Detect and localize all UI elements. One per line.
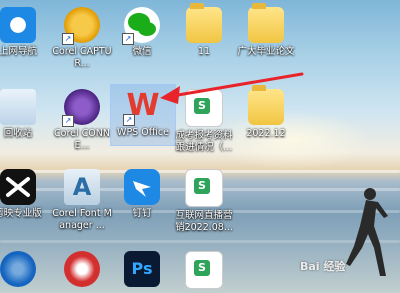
red-arrow-annotation	[160, 72, 304, 104]
watermark: Bai 经验	[300, 260, 346, 273]
